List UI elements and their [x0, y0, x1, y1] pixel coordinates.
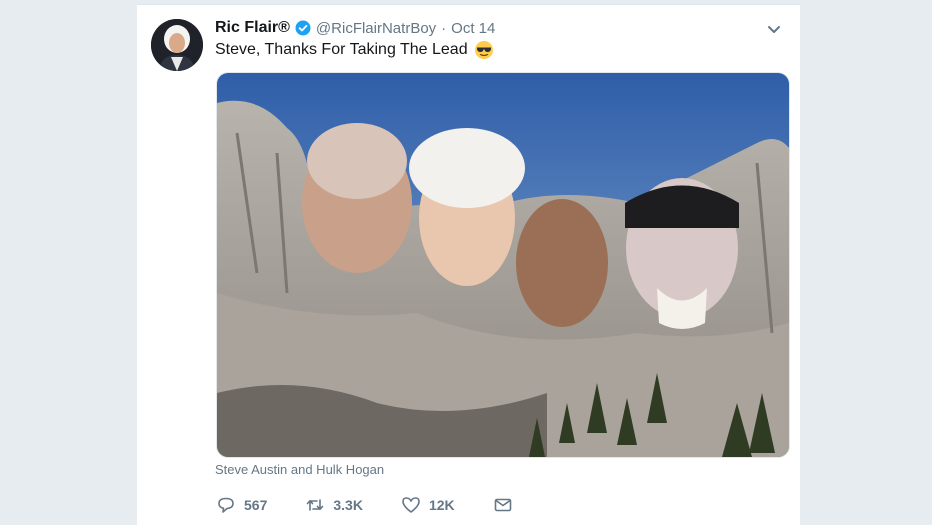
tweet-image-mount-rushmore[interactable] [216, 72, 790, 458]
tweet-card[interactable]: Ric Flair® @RicFlairNatrBoy · Oct 14 Ste… [137, 4, 800, 525]
like-button[interactable]: 12K [401, 495, 455, 515]
chevron-down-icon[interactable] [764, 19, 784, 39]
author-handle[interactable]: @RicFlairNatrBoy [316, 20, 436, 37]
sunglasses-emoji-icon [474, 40, 494, 60]
reply-count: 567 [244, 497, 268, 513]
tagged-people[interactable]: Steve Austin and Hulk Hogan [215, 462, 384, 477]
author-name[interactable]: Ric Flair® [215, 19, 290, 37]
tweet-text-content: Steve, Thanks For Taking The Lead [215, 41, 468, 58]
direct-message-button[interactable] [493, 495, 513, 515]
like-count: 12K [428, 497, 455, 513]
verified-badge-icon [295, 20, 311, 36]
tweet-text: Steve, Thanks For Taking The Lead [215, 40, 494, 60]
retweet-icon [305, 495, 325, 515]
retweet-count: 3.3K [333, 497, 363, 513]
heart-icon [401, 495, 421, 515]
tweet-header: Ric Flair® @RicFlairNatrBoy · Oct 14 [215, 17, 780, 39]
retweet-button[interactable]: 3.3K [305, 495, 363, 515]
tweet-actions: 567 3.3K 12K [216, 495, 551, 515]
reply-button[interactable]: 567 [216, 495, 267, 515]
avatar[interactable] [151, 19, 203, 71]
envelope-icon [493, 495, 513, 515]
tweet-date[interactable]: Oct 14 [451, 20, 495, 37]
separator-dot: · [441, 19, 447, 37]
reply-icon [216, 495, 236, 515]
